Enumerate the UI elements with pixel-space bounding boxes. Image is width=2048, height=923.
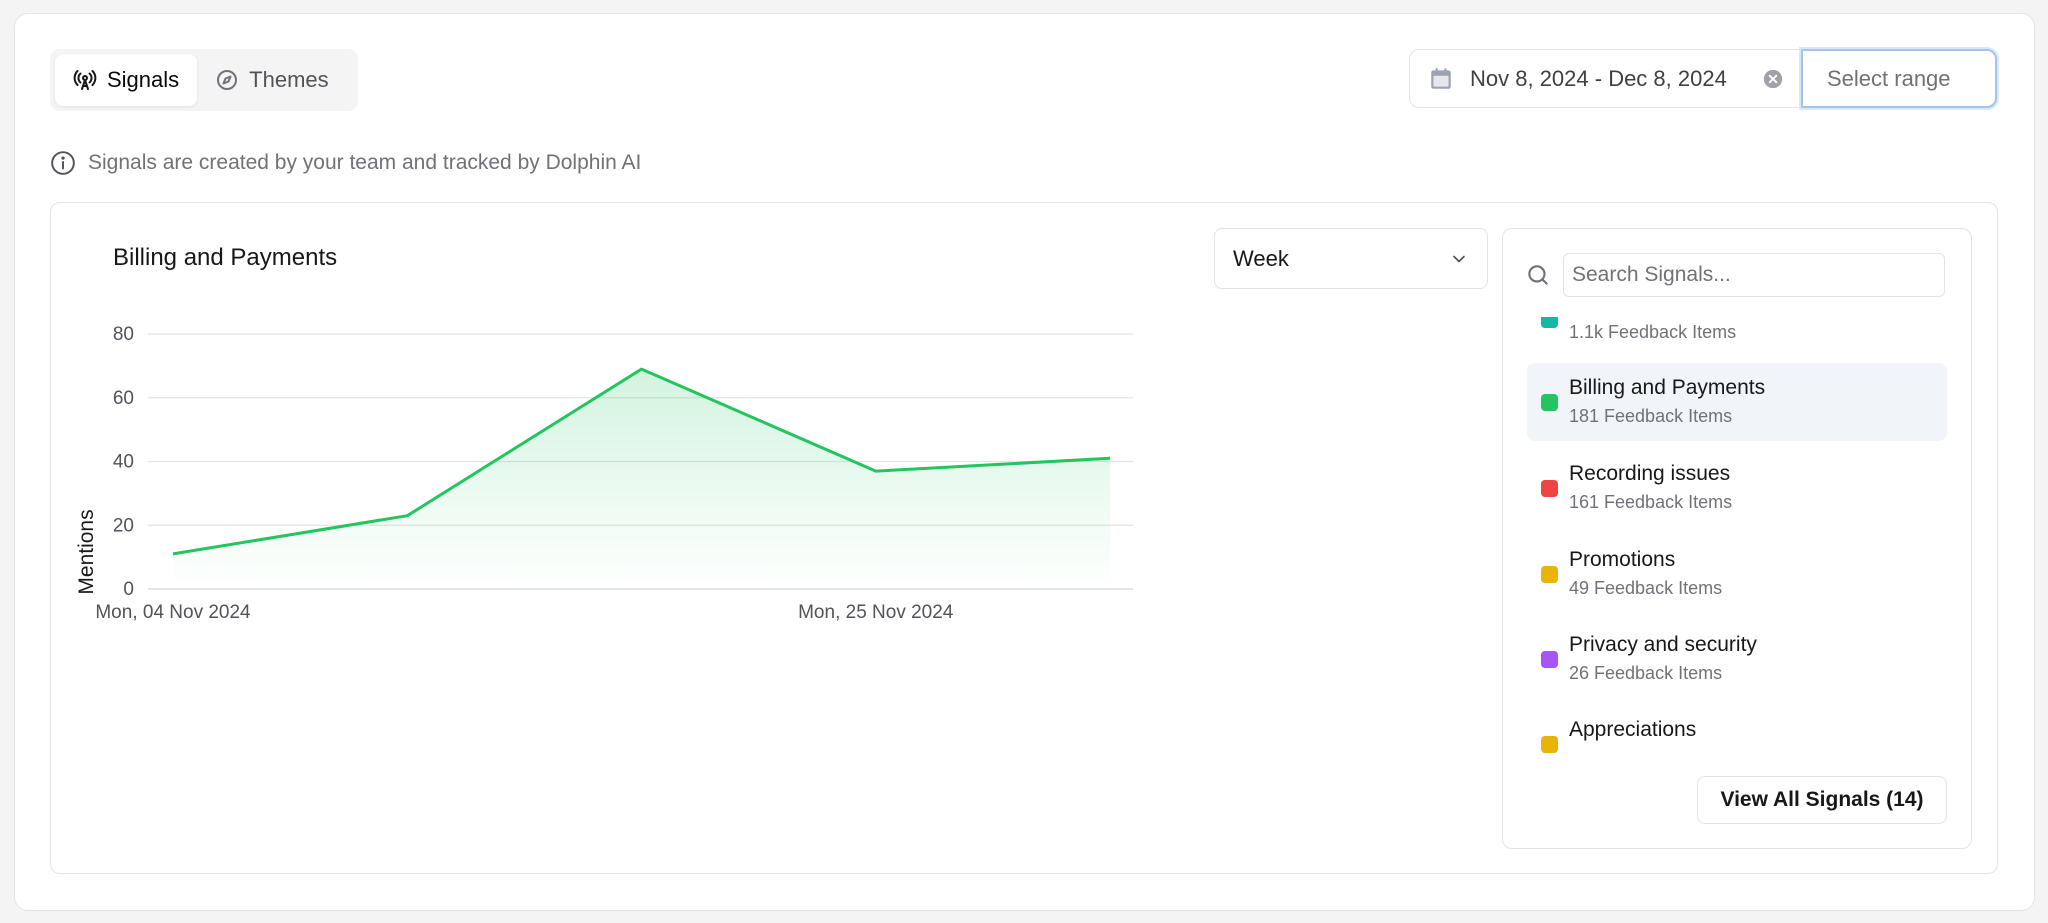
select-range-button[interactable]: Select range [1801,49,1997,108]
signal-item[interactable]: Privacy and security 26 Feedback Items [1527,620,1947,698]
x-tick-label: Mon, 04 Nov 2024 [95,602,251,623]
interval-select[interactable]: Week [1214,228,1488,289]
compass-icon [217,70,238,90]
signal-color-dot [1541,317,1558,328]
signal-count: 1.1k Feedback Items [1569,322,1737,342]
y-tick-label: 0 [123,579,134,600]
series-area [173,369,1110,589]
signal-item[interactable]: 1.1k Feedback Items [1527,317,1947,357]
signal-count: 26 Feedback Items [1569,663,1723,683]
search-signals-input[interactable] [1563,253,1945,297]
interval-select-value: Week [1233,245,1289,271]
chevron-down-icon [1453,255,1465,262]
info-icon [51,151,75,175]
signal-name: Appreciations [1569,718,1697,741]
signal-name: Recording issues [1569,462,1731,485]
mentions-line-chart: 0 20 40 60 80 Mon, 04 Nov 2024 Mon, 25 Nov 20… [75,324,1133,623]
signal-color-dot [1541,651,1558,668]
y-tick-label: 80 [113,324,134,345]
signal-count: 161 Feedback Items [1569,492,1733,512]
view-all-signals-button[interactable]: View All Signals (14) [1697,776,1947,824]
y-tick-label: 40 [113,452,134,473]
y-tick-label: 60 [113,388,134,409]
chart-title: Billing and Payments [113,244,338,271]
search-icon [1528,265,1548,285]
tab-signals[interactable]: Signals [55,54,198,106]
signal-color-dot [1541,566,1558,583]
signal-name: Billing and Payments [1569,376,1766,399]
signal-color-dot [1541,736,1558,753]
signal-color-dot [1541,480,1558,497]
tab-signals-label: Signals [107,67,180,92]
broadcast-icon [73,70,97,90]
info-text: Signals are created by your team and tra… [88,151,642,174]
date-range-value: Nov 8, 2024 - Dec 8, 2024 [1470,65,1727,91]
y-axis-label: Mentions [75,509,98,594]
signal-item[interactable]: Recording issues 161 Feedback Items [1527,449,1947,527]
signal-item[interactable]: Promotions 49 Feedback Items [1527,535,1947,613]
signal-item[interactable]: Billing and Payments 181 Feedback Items [1527,363,1947,441]
signal-color-dot [1541,394,1558,411]
clear-circle-icon[interactable] [1762,68,1784,90]
tab-themes-label: Themes [249,67,329,92]
signals-sidebar: 1.1k Feedback Items Billing and Payments… [1502,228,1972,849]
signal-count: 49 Feedback Items [1569,578,1723,598]
info-notice: Signals are created by your team and tra… [50,150,641,176]
view-tabs: Signals Themes [50,49,358,111]
signal-name: Promotions [1569,548,1676,571]
tab-themes[interactable]: Themes [197,54,346,106]
calendar-icon [1431,67,1451,89]
y-tick-label: 20 [113,515,134,536]
date-range-picker[interactable]: Nov 8, 2024 - Dec 8, 2024 [1409,49,1803,108]
search-row [1525,253,1945,297]
signal-item[interactable]: Appreciations [1527,705,1947,759]
signal-count: 181 Feedback Items [1569,406,1733,426]
x-tick-label: Mon, 25 Nov 2024 [798,602,954,623]
signal-name: Privacy and security [1569,633,1757,656]
signals-list: 1.1k Feedback Items Billing and Payments… [1527,317,1947,759]
